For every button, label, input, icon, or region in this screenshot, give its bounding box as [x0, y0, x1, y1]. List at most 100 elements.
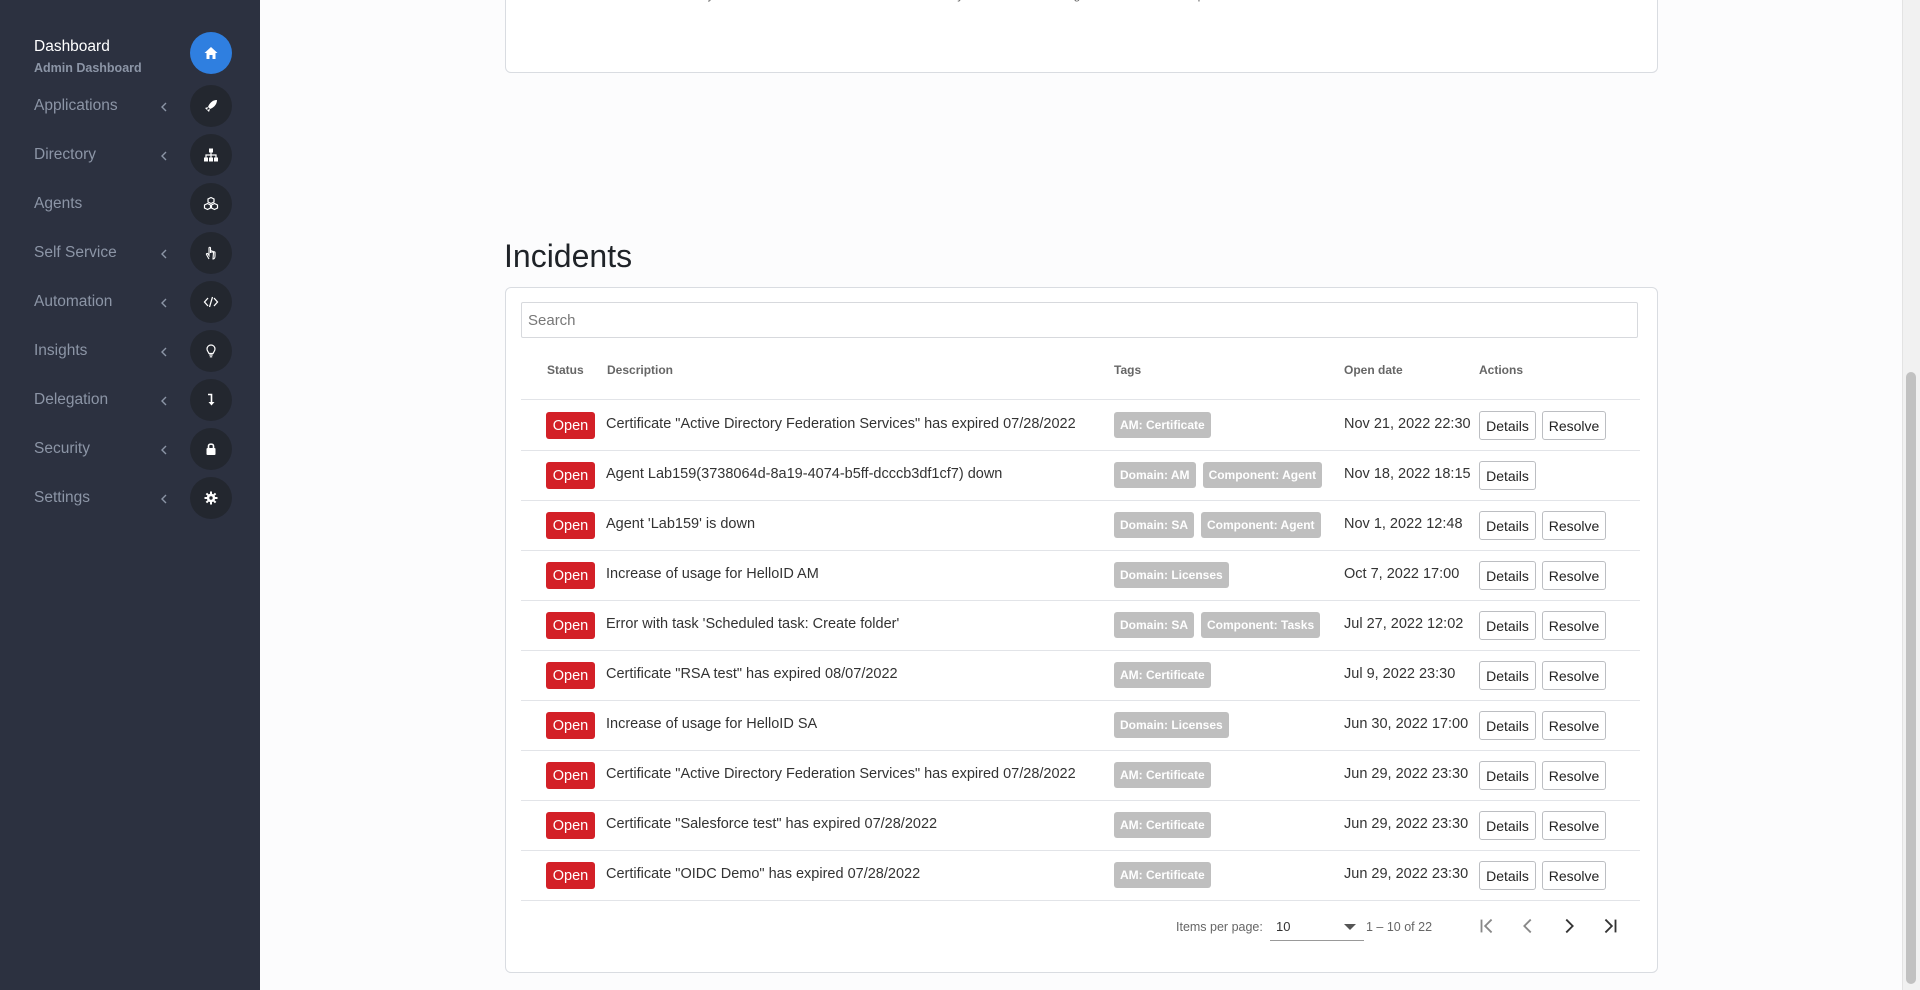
previous-page-icon[interactable]: [1516, 914, 1540, 938]
sidebar-title[interactable]: Dashboard: [34, 38, 110, 56]
status-badge: Open: [546, 612, 595, 639]
resolve-button[interactable]: Resolve: [1542, 611, 1606, 640]
chevron-left-icon: [158, 345, 170, 357]
column-header-open-date[interactable]: Open date: [1344, 363, 1403, 377]
tag-chip: AM: Certificate: [1114, 762, 1211, 788]
sidebar-item-label: Self Service: [34, 244, 117, 261]
first-page-icon[interactable]: [1475, 914, 1499, 938]
cubes-icon: [190, 183, 232, 225]
sidebar-item-delegation[interactable]: Delegation: [0, 375, 260, 424]
details-button[interactable]: Details: [1479, 761, 1536, 790]
sidebar-item-self-service[interactable]: Self Service: [0, 228, 260, 277]
scrollbar-thumb[interactable]: [1906, 372, 1916, 984]
incident-description: Error with task 'Scheduled task: Create …: [606, 616, 900, 632]
last-page-icon[interactable]: [1598, 914, 1622, 938]
items-per-page-label: Items per page:: [1176, 920, 1263, 934]
status-badge: Open: [546, 462, 595, 489]
chevron-left-icon: [158, 100, 170, 112]
status-badge: Open: [546, 562, 595, 589]
resolve-button[interactable]: Resolve: [1542, 411, 1606, 440]
sidebar-item-label: Security: [34, 440, 90, 457]
chart-axis-month: November: [1435, 0, 1490, 2]
open-date: Jun 30, 2022 17:00: [1344, 716, 1469, 732]
column-header-tags[interactable]: Tags: [1114, 363, 1141, 377]
incident-description: Increase of usage for HelloID AM: [606, 566, 819, 582]
table-row: Open Agent 'Lab159' is down Domain: SA Comp…: [521, 500, 1640, 551]
pagination-range: 1 – 10 of 22: [1366, 920, 1433, 934]
details-button[interactable]: Details: [1479, 561, 1536, 590]
sidebar-item-directory[interactable]: Directory: [0, 130, 260, 179]
incident-description: Certificate "Active Directory Federation…: [606, 416, 1076, 432]
sidebar-item-label: Directory: [34, 146, 97, 163]
sidebar-item-automation[interactable]: Automation: [0, 277, 260, 326]
incident-description: Certificate "Salesforce test" has expire…: [606, 816, 938, 832]
table-row: Open Certificate "OIDC Demo" has expired …: [521, 850, 1640, 901]
chart-axis-month: July: [942, 0, 963, 2]
incident-description: Certificate "Active Directory Federation…: [606, 766, 1076, 782]
chevron-left-icon: [158, 247, 170, 259]
sidebar: Dashboard Admin Dashboard Applications Di…: [0, 0, 260, 990]
status-badge: Open: [546, 662, 595, 689]
chevron-left-icon: [158, 394, 170, 406]
column-header-description[interactable]: Description: [607, 363, 673, 377]
tag-chip: Component: Agent: [1201, 512, 1321, 538]
open-date: Nov 18, 2022 18:15: [1344, 466, 1471, 482]
home-icon[interactable]: [190, 32, 232, 74]
details-button[interactable]: Details: [1479, 461, 1536, 490]
sidebar-item-label: Automation: [34, 293, 113, 310]
open-date: Jul 27, 2022 12:02: [1344, 616, 1464, 632]
resolve-button[interactable]: Resolve: [1542, 561, 1606, 590]
sidebar-item-label: Agents: [34, 195, 83, 212]
resolve-button[interactable]: Resolve: [1542, 661, 1606, 690]
details-button[interactable]: Details: [1479, 861, 1536, 890]
level-down-icon: [190, 379, 232, 421]
tag-chip: AM: Certificate: [1114, 812, 1211, 838]
tag-chip: Domain: Licenses: [1114, 562, 1229, 588]
column-header-status[interactable]: Status: [547, 363, 584, 377]
search-input[interactable]: [521, 302, 1638, 338]
details-button[interactable]: Details: [1479, 661, 1536, 690]
table-row: Open Error with task 'Scheduled task: Cre…: [521, 600, 1640, 651]
open-date: Jun 29, 2022 23:30: [1344, 866, 1469, 882]
hand-pointer-icon: [190, 232, 232, 274]
status-badge: Open: [546, 712, 595, 739]
details-button[interactable]: Details: [1479, 511, 1536, 540]
open-date: Jun 29, 2022 23:30: [1344, 816, 1469, 832]
tag-chip: Component: Tasks: [1201, 612, 1321, 638]
code-icon: [190, 281, 232, 323]
resolve-button[interactable]: Resolve: [1542, 861, 1606, 890]
details-button[interactable]: Details: [1479, 811, 1536, 840]
tag-chip: AM: Certificate: [1114, 662, 1211, 688]
details-button[interactable]: Details: [1479, 611, 1536, 640]
sidebar-item-applications[interactable]: Applications: [0, 81, 260, 130]
open-date: Jul 9, 2022 23:30: [1344, 666, 1456, 682]
sitemap-icon: [190, 134, 232, 176]
chart-card: May June July August September October Novembe…: [505, 0, 1658, 73]
details-button[interactable]: Details: [1479, 411, 1536, 440]
tag-chip: Domain: SA: [1114, 612, 1195, 638]
incident-description: Agent Lab159(3738064d-8a19-4074-b5ff-dcc…: [606, 466, 1003, 482]
sidebar-item-settings[interactable]: Settings: [0, 473, 260, 522]
next-page-icon[interactable]: [1557, 914, 1581, 938]
resolve-button[interactable]: Resolve: [1542, 761, 1606, 790]
tag-chip: AM: Certificate: [1114, 862, 1211, 888]
lightbulb-icon: [190, 330, 232, 372]
tag-chip: Domain: SA: [1114, 512, 1195, 538]
resolve-button[interactable]: Resolve: [1542, 811, 1606, 840]
table-row: Open Increase of usage for HelloID AM Doma…: [521, 550, 1640, 601]
details-button[interactable]: Details: [1479, 711, 1536, 740]
column-header-actions: Actions: [1479, 363, 1524, 377]
open-date: Oct 7, 2022 17:00: [1344, 566, 1460, 582]
sidebar-item-agents[interactable]: Agents: [0, 179, 260, 228]
resolve-button[interactable]: Resolve: [1542, 711, 1606, 740]
resolve-button[interactable]: Resolve: [1542, 511, 1606, 540]
tag-chip: AM: Certificate: [1114, 412, 1211, 438]
status-badge: Open: [546, 512, 595, 539]
items-per-page-select[interactable]: 10: [1270, 914, 1364, 941]
chevron-left-icon: [158, 149, 170, 161]
chart-axis-month: October: [1315, 0, 1358, 2]
sidebar-item-insights[interactable]: Insights: [0, 326, 260, 375]
incidents-heading: Incidents: [504, 238, 633, 274]
table-row: Open Certificate "Active Directory Federa…: [521, 750, 1640, 801]
sidebar-item-security[interactable]: Security: [0, 424, 260, 473]
